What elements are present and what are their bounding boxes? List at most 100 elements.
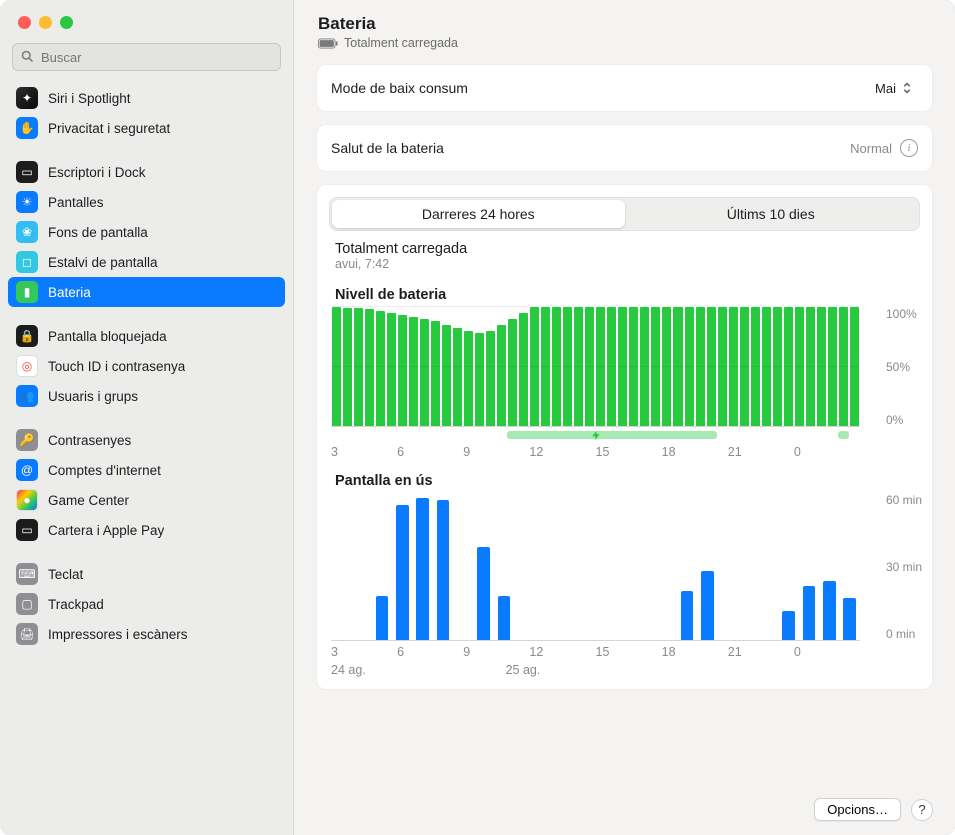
close-button[interactable] xyxy=(18,16,31,29)
battery-level-chart: 100% 50% 0% xyxy=(317,307,932,427)
battery-bar xyxy=(365,309,374,426)
battery-bar xyxy=(850,307,859,426)
battery-bar xyxy=(376,311,385,426)
sidebar-item-internet[interactable]: @ Comptes d'internet xyxy=(8,455,285,485)
battery-bar xyxy=(740,307,749,426)
battery-bar xyxy=(607,307,616,426)
screenon-bar xyxy=(477,547,490,640)
screen-on-chart: 60 min 30 min 0 min xyxy=(317,493,932,641)
battery-bar xyxy=(795,307,804,426)
screenon-bar xyxy=(437,500,450,640)
sidebar-item-wallpaper[interactable]: ❀ Fons de pantalla xyxy=(8,217,285,247)
tab-10d[interactable]: Últims 10 dies xyxy=(625,200,918,228)
sidebar-item-lockscreen[interactable]: 🔒 Pantalla bloquejada xyxy=(8,321,285,351)
battery-bar xyxy=(530,307,539,426)
minimize-button[interactable] xyxy=(39,16,52,29)
options-button[interactable]: Opcions… xyxy=(814,798,901,821)
battery-bar xyxy=(618,307,627,426)
printers-icon: 🖨 xyxy=(16,623,38,645)
battery-bar xyxy=(574,307,583,426)
keyboard-icon: ⌨ xyxy=(16,563,38,585)
y-label: 100% xyxy=(886,307,932,321)
fullscreen-button[interactable] xyxy=(60,16,73,29)
sidebar-item-label: Impressores i escàners xyxy=(48,627,188,642)
battery-bar xyxy=(409,317,418,426)
battery-bar xyxy=(508,319,517,426)
time-range-segmented: Darreres 24 hores Últims 10 dies xyxy=(329,197,920,231)
search-input[interactable] xyxy=(12,43,281,71)
bolt-icon xyxy=(590,430,601,444)
sidebar-item-siri[interactable]: ✦ Siri i Spotlight xyxy=(8,83,285,113)
battery-health-label: Salut de la bateria xyxy=(331,140,850,156)
lockscreen-icon: 🔒 xyxy=(16,325,38,347)
battery-bar xyxy=(453,328,462,426)
battery-status-text: Totalment carregada xyxy=(344,36,458,50)
sidebar-item-label: Fons de pantalla xyxy=(48,225,148,240)
screenon-bar xyxy=(843,598,856,640)
battery-bar xyxy=(773,307,782,426)
screenon-bar xyxy=(376,596,389,640)
sidebar-item-users[interactable]: 👥 Usuaris i grups xyxy=(8,381,285,411)
sidebar-item-label: Privacitat i seguretat xyxy=(48,121,170,136)
battery-bar xyxy=(497,325,506,426)
sidebar-item-privacy[interactable]: ✋Privacitat i seguretat xyxy=(8,113,285,143)
battery-bar xyxy=(431,321,440,426)
touchid-icon: ◎ xyxy=(16,355,38,377)
battery-bar xyxy=(585,307,594,426)
sidebar-item-passwords[interactable]: 🔑Contrasenyes xyxy=(8,425,285,455)
battery-status-icon xyxy=(318,38,338,49)
help-button[interactable]: ? xyxy=(911,799,933,821)
battery-bar xyxy=(839,307,848,426)
battery-bar xyxy=(817,307,826,426)
sidebar-item-gamecenter[interactable]: ●Game Center xyxy=(8,485,285,515)
info-icon[interactable]: i xyxy=(900,139,918,157)
battery-bar xyxy=(442,325,451,426)
desktop-icon: ▭ xyxy=(16,161,38,183)
sidebar-item-battery[interactable]: ▮Bateria xyxy=(8,277,285,307)
footer: Opcions… ? xyxy=(294,796,955,835)
sidebar-item-wallet[interactable]: ▭Cartera i Apple Pay xyxy=(8,515,285,545)
sidebar-item-label: Comptes d'internet xyxy=(48,463,161,478)
sidebar-item-label: Siri i Spotlight xyxy=(48,91,131,106)
main-pane: Bateria Totalment carregada Mode de baix… xyxy=(294,0,955,835)
screenon-bar xyxy=(396,505,409,640)
sidebar-item-label: Usuaris i grups xyxy=(48,389,138,404)
battery-bar xyxy=(729,307,738,426)
sidebar-item-label: Pantalla bloquejada xyxy=(48,329,167,344)
sidebar-item-screensaver[interactable]: ◻Estalvi de pantalla xyxy=(8,247,285,277)
battery-bar xyxy=(486,331,495,426)
screenon-bar xyxy=(498,596,511,640)
screenon-bar xyxy=(823,581,836,640)
sidebar: ✦ Siri i Spotlight ✋Privacitat i seguretat… xyxy=(0,0,294,835)
battery-bar xyxy=(475,333,484,426)
internet-icon: @ xyxy=(16,459,38,481)
battery-bar xyxy=(332,307,341,426)
battery-bar xyxy=(541,307,550,426)
siri-icon: ✦ xyxy=(16,87,38,109)
y-label: 0 min xyxy=(886,627,932,641)
settings-window: ✦ Siri i Spotlight ✋Privacitat i seguretat… xyxy=(0,0,955,835)
charge-status-title: Totalment carregada xyxy=(335,241,914,257)
battery-bar xyxy=(387,313,396,426)
sidebar-item-label: Estalvi de pantalla xyxy=(48,255,158,270)
battery-bar xyxy=(828,307,837,426)
low-power-row: Mode de baix consum Mai xyxy=(317,65,932,111)
sidebar-item-keyboard[interactable]: ⌨Teclat xyxy=(8,559,285,589)
page-title: Bateria xyxy=(318,14,931,34)
x-axis-dates: 24 ag. 25 ag. xyxy=(331,663,860,677)
users-icon: 👥 xyxy=(16,385,38,407)
sidebar-item-touchid[interactable]: ◎Touch ID i contrasenya xyxy=(8,351,285,381)
wallpaper-icon: ❀ xyxy=(16,221,38,243)
low-power-select[interactable]: Mai xyxy=(871,78,918,98)
sidebar-item-display[interactable]: ☀Pantalles xyxy=(8,187,285,217)
chevron-updown-icon xyxy=(900,80,914,96)
tab-24h[interactable]: Darreres 24 hores xyxy=(332,200,625,228)
sidebar-item-printers[interactable]: 🖨 Impressores i escàners xyxy=(8,619,285,649)
sidebar-item-desktop[interactable]: ▭Escriptori i Dock xyxy=(8,157,285,187)
screenon-bar xyxy=(416,498,429,640)
trackpad-icon: ▢ xyxy=(16,593,38,615)
sidebar-item-trackpad[interactable]: ▢Trackpad xyxy=(8,589,285,619)
gamecenter-icon: ● xyxy=(16,489,38,511)
battery-bar xyxy=(762,307,771,426)
y-label: 50% xyxy=(886,360,932,374)
